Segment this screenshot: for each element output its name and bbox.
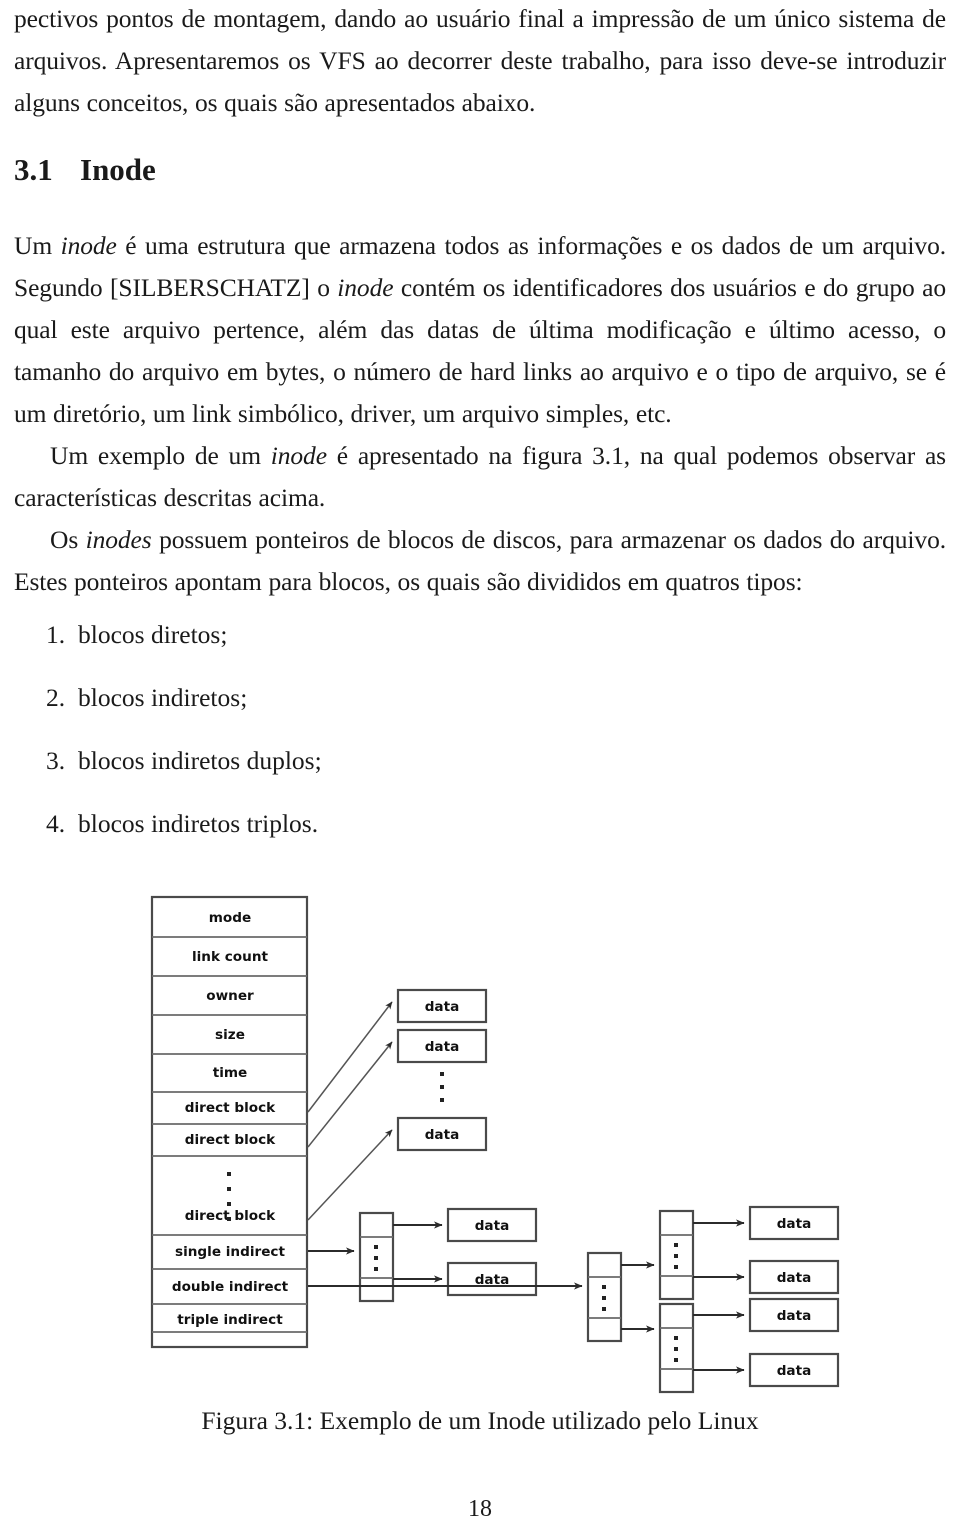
data-block-label: data xyxy=(475,1218,510,1234)
list-marker: 1. xyxy=(46,620,66,649)
emphasis-inodes: inodes xyxy=(85,525,152,554)
data-block-label: data xyxy=(777,1308,812,1324)
text-seg: Um xyxy=(14,231,61,260)
list-item-label: blocos diretos; xyxy=(78,620,228,649)
double-indirect-pointer-block xyxy=(586,1251,623,1343)
section-title: Inode xyxy=(80,152,156,187)
text-seg: Um exemplo de um xyxy=(50,441,271,470)
emphasis-inode: inode xyxy=(60,231,117,260)
paragraph-intro: pectivos pontos de montagem, dando ao us… xyxy=(14,4,946,117)
data-block-label: data xyxy=(777,1270,812,1286)
list-item-label: blocos indiretos triplos. xyxy=(78,809,319,838)
page-number: 18 xyxy=(468,1496,492,1522)
inode-row-owner: owner xyxy=(206,988,254,1004)
data-blocks-ellipsis-icon xyxy=(440,1072,444,1102)
list-marker: 2. xyxy=(46,683,66,712)
text-seg: possuem ponteiros de blocos de discos, p… xyxy=(14,525,946,596)
pointer-ellipsis-icon xyxy=(374,1245,378,1271)
list-item: 2. blocos indiretos; xyxy=(32,685,632,711)
direct-pointer-arrows xyxy=(307,1001,393,1221)
paragraph-inode-definition: Um inode é uma estrutura que armazena to… xyxy=(14,225,946,435)
data-block-label: data xyxy=(425,999,460,1015)
data-block-label: data xyxy=(425,1039,460,1055)
inode-row-time: time xyxy=(213,1065,248,1081)
section-number: 3.1 xyxy=(14,152,53,187)
data-block-label: data xyxy=(425,1127,460,1143)
inode-row-single-indirect: single indirect xyxy=(175,1244,285,1260)
paragraph-inode-figure-ref: Um exemplo de um inode é apresentado na … xyxy=(14,435,946,519)
list-item: 4. blocos indiretos triplos. xyxy=(32,811,632,837)
list-marker: 4. xyxy=(46,809,66,838)
pointer-ellipsis-icon xyxy=(674,1243,678,1269)
paragraph-inode-pointers: Os inodes possuem ponteiros de blocos de… xyxy=(14,519,946,603)
triple-indirect-data-blocks: data data data data xyxy=(693,1205,840,1388)
emphasis-inode: inode xyxy=(270,441,327,470)
inode-row-size: size xyxy=(215,1027,245,1043)
data-block-label: data xyxy=(777,1216,812,1232)
inode-row-triple-indirect: triple indirect xyxy=(177,1312,283,1328)
text-seg: Os xyxy=(50,525,86,554)
direct-data-blocks: data data data xyxy=(396,988,488,1152)
third-level-pointer-block-a xyxy=(658,1209,695,1301)
inode-row-direct-block-1: direct block xyxy=(185,1100,276,1116)
list-marker: 3. xyxy=(46,746,66,775)
data-block-label: data xyxy=(777,1363,812,1379)
figure-caption: Figura 3.1: Exemplo de um Inode utilizad… xyxy=(201,1406,759,1435)
list-item: 1. blocos diretos; xyxy=(32,622,632,648)
single-indirect-data-blocks: data data xyxy=(393,1207,538,1297)
list-item-label: blocos indiretos; xyxy=(78,683,248,712)
inode-row-double-indirect: double indirect xyxy=(172,1279,289,1295)
figure-inode-diagram: mode link count owner size time direct b… xyxy=(0,880,960,1400)
section-heading: 3.1 Inode xyxy=(14,152,156,188)
document-page: pectivos pontos de montagem, dando ao us… xyxy=(0,0,960,1535)
inode-row-mode: mode xyxy=(209,910,251,926)
block-type-list: 1. blocos diretos; 2. blocos indiretos; 3.… xyxy=(32,622,632,874)
emphasis-inode: inode xyxy=(337,273,394,302)
pointer-ellipsis-icon xyxy=(674,1336,678,1362)
inode-row-direct-block-2: direct block xyxy=(185,1132,276,1148)
list-item: 3. blocos indiretos duplos; xyxy=(32,748,632,774)
single-indirect-block xyxy=(358,1211,395,1303)
list-item-label: blocos indiretos duplos; xyxy=(78,746,322,775)
pointer-ellipsis-icon xyxy=(602,1285,606,1311)
inode-row-direct-block-3: direct block xyxy=(185,1208,276,1224)
inode-structure-box: mode link count owner size time direct b… xyxy=(150,895,309,1349)
inode-row-link-count: link count xyxy=(192,949,269,965)
third-level-pointer-block-b xyxy=(658,1302,695,1394)
